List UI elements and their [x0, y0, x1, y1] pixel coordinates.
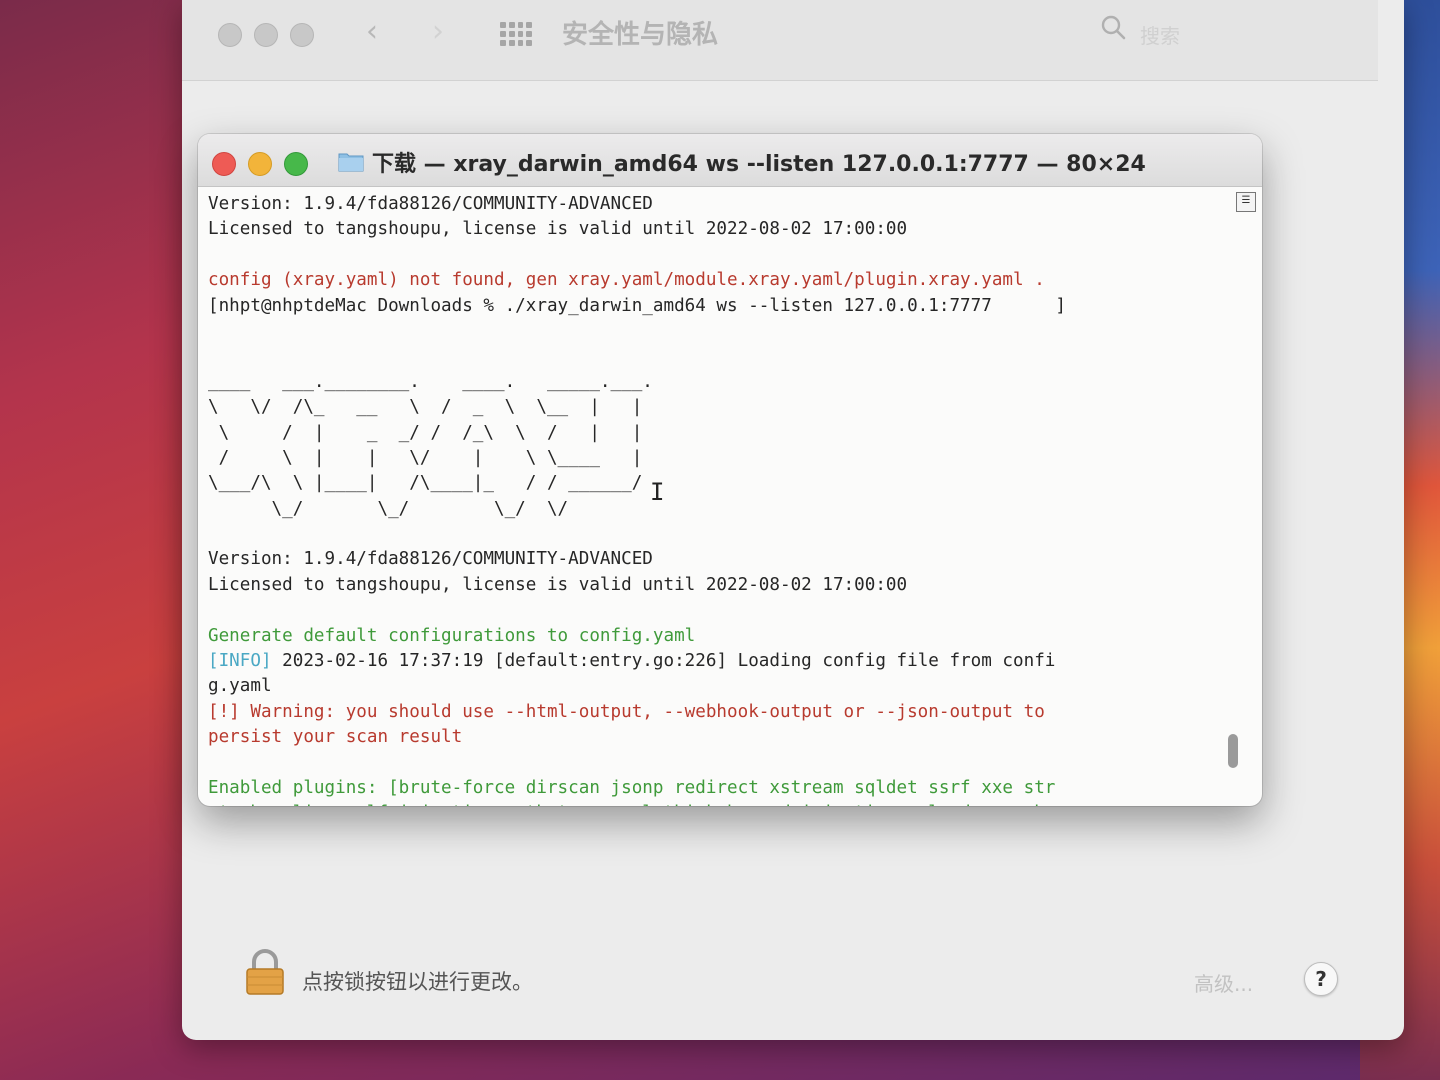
zoom-button[interactable] [284, 152, 308, 176]
forward-button[interactable]: › [432, 14, 444, 49]
show-all-grid-icon[interactable] [500, 22, 532, 46]
terminal-titlebar[interactable]: 下载 — xray_darwin_amd64 ws --listen 127.0… [198, 134, 1262, 187]
terminal-line: persist your scan result [208, 727, 463, 748]
zoom-button-inactive[interactable] [290, 23, 314, 47]
close-button-inactive[interactable] [218, 23, 242, 47]
help-button[interactable]: ? [1304, 962, 1338, 996]
preferences-pane-title: 安全性与隐私 [562, 20, 719, 50]
terminal-line: Licensed to tangshoupu, license is valid… [208, 574, 908, 595]
terminal-line-segment: [INFO] [208, 651, 272, 672]
terminal-window[interactable]: 下载 — xray_darwin_amd64 ws --listen 127.0… [198, 134, 1262, 806]
terminal-line: Licensed to tangshoupu, license is valid… [208, 219, 908, 240]
minimize-button-inactive[interactable] [254, 23, 278, 47]
folder-icon [338, 153, 364, 172]
lock-instruction-text: 点按锁按钮以进行更改。 [302, 970, 533, 994]
terminal-title: 下载 — xray_darwin_amd64 ws --listen 127.0… [372, 152, 1146, 177]
terminal-line: Version: 1.9.4/fda88126/COMMUNITY-ADVANC… [208, 194, 653, 214]
preferences-toolbar: ‹ › 安全性与隐私 搜索 [182, 0, 1378, 81]
terminal-line: Version: 1.9.4/fda88126/COMMUNITY-ADVANC… [208, 549, 653, 570]
terminal-scrollbar[interactable] [1228, 734, 1238, 768]
search-input[interactable]: 搜索 [1140, 20, 1180, 49]
terminal-output[interactable]: Version: 1.9.4/fda88126/COMMUNITY-ADVANC… [208, 192, 1230, 806]
terminal-line-segment: 2023-02-16 17:37:19 [default:entry.go:22… [271, 651, 1056, 672]
terminal-line: [INFO] 2023-02-16 17:37:19 [default:entr… [208, 649, 1230, 674]
close-button[interactable] [212, 152, 236, 176]
terminal-line: \ / | _ _/ / /_\ \ / | | [208, 422, 643, 443]
terminal-line: Generate default configurations to confi… [208, 625, 696, 646]
terminal-line: \___/\ \ |____| /\____|_ / / ______/ [208, 473, 643, 494]
terminal-line: \ \/ /\_ __ \ / _ \ \__ | | [208, 397, 643, 418]
terminal-split-icon[interactable]: ☰ [1236, 192, 1256, 212]
terminal-line: \_/ \_/ \_/ \/ [208, 498, 569, 519]
terminal-line: ____ ___.________. ____. _____.___. [208, 371, 653, 392]
advanced-button[interactable]: 高级... [1184, 966, 1263, 999]
terminal-line: uts baseline crlf-injection path-travers… [208, 801, 1230, 806]
lock-icon[interactable] [244, 948, 286, 996]
text-cursor-icon: I [650, 478, 665, 506]
search-icon[interactable] [1100, 14, 1126, 40]
back-button[interactable]: ‹ [366, 14, 378, 49]
terminal-line: Enabled plugins: [brute-force dirscan js… [208, 777, 1056, 798]
minimize-button[interactable] [248, 152, 272, 176]
terminal-line: config (xray.yaml) not found, gen xray.y… [208, 270, 1045, 291]
terminal-line: [nhpt@nhptdeMac Downloads % ./xray_darwi… [208, 295, 1066, 316]
terminal-line: g.yaml [208, 676, 272, 697]
terminal-line: [!] Warning: you should use --html-outpu… [208, 701, 1045, 722]
terminal-line: / \ | | \/ | \ \____ | [208, 447, 643, 468]
